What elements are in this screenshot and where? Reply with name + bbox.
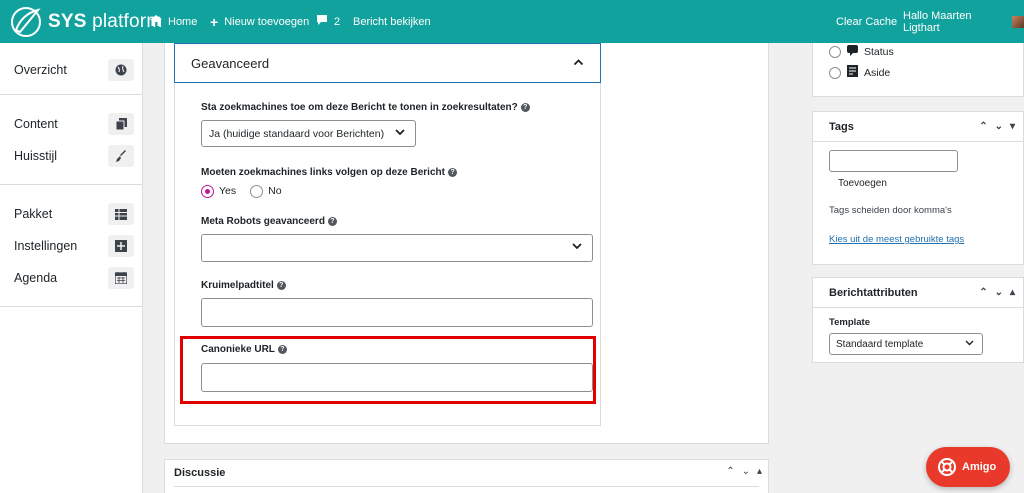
- status-icon: [845, 45, 859, 59]
- tags-controls: ⌃ ⌄ ▾: [979, 121, 1015, 132]
- move-down-icon[interactable]: ⌄: [995, 287, 1003, 298]
- brand-logo[interactable]: SYS platform: [8, 4, 162, 40]
- add-tag-button[interactable]: Toevoegen: [838, 178, 887, 189]
- discussion-title: Discussie: [174, 467, 226, 479]
- post-attributes-metabox: Berichtattributen ⌃ ⌄ ▴ Template Standaa…: [812, 277, 1024, 363]
- post-attributes-controls: ⌃ ⌄ ▴: [979, 287, 1015, 298]
- canonical-url-highlight: [180, 336, 596, 404]
- add-new-link[interactable]: + Nieuw toevoegen: [210, 0, 309, 43]
- move-up-icon[interactable]: ⌃: [726, 466, 734, 477]
- template-label: Template: [829, 317, 871, 328]
- advanced-section-toggle[interactable]: Geavanceerd: [174, 43, 601, 83]
- home-icon: [150, 14, 162, 29]
- format-status-option[interactable]: Status: [829, 45, 894, 59]
- discussion-controls: ⌃ ⌄ ▴: [726, 466, 762, 477]
- table-icon: [108, 203, 134, 225]
- breadcrumb-title-label: Kruimelpadtitel?: [201, 280, 286, 291]
- search-visibility-label: Sta zoekmachines toe om deze Bericht te …: [201, 102, 530, 113]
- move-down-icon[interactable]: ⌄: [742, 466, 750, 477]
- sidebar-item-agenda[interactable]: Agenda: [0, 262, 142, 294]
- admin-sidebar: Overzicht Content Huisstijl Pakket Inste…: [0, 43, 143, 493]
- calendar-icon: [108, 267, 134, 289]
- brush-icon: [108, 145, 134, 167]
- divider: [174, 486, 759, 487]
- chevron-down-icon: [395, 127, 405, 140]
- amigo-help-button[interactable]: Amigo: [926, 447, 1010, 487]
- sidebar-item-instellingen[interactable]: Instellingen: [0, 230, 142, 262]
- globe-icon: [108, 59, 134, 81]
- breadcrumb-title-input[interactable]: [201, 298, 593, 327]
- clear-cache-link[interactable]: Clear Cache: [836, 0, 897, 43]
- user-menu[interactable]: Hallo Maarten Ligthart: [903, 0, 1024, 43]
- chevron-up-icon: [573, 57, 584, 71]
- radio-status[interactable]: [829, 46, 841, 58]
- sidebar-item-content[interactable]: Content: [0, 108, 142, 140]
- chevron-down-icon: [965, 338, 974, 349]
- move-up-icon[interactable]: ⌃: [979, 287, 987, 298]
- radio-aside[interactable]: [829, 66, 841, 79]
- plus-icon: +: [210, 13, 219, 30]
- post-format-box: Status Aside: [812, 43, 1024, 97]
- sidebar-item-pakket[interactable]: Pakket: [0, 198, 142, 230]
- help-icon[interactable]: ?: [276, 281, 286, 290]
- lifebuoy-icon: [938, 458, 956, 476]
- sidebar-item-huisstijl[interactable]: Huisstijl: [0, 140, 142, 172]
- help-icon[interactable]: ?: [327, 217, 337, 226]
- comment-icon: [316, 14, 328, 29]
- aside-icon: [845, 65, 859, 80]
- sys-logo-icon: [11, 7, 41, 37]
- brand-text: SYS platform: [48, 11, 163, 32]
- most-used-tags-link[interactable]: Kies uit de meest gebruikte tags: [829, 234, 964, 245]
- post-attributes-header: Berichtattributen ⌃ ⌄ ▴: [813, 278, 1023, 308]
- toggle-panel-icon[interactable]: ▾: [1010, 121, 1015, 132]
- discussion-metabox: Discussie ⌃ ⌄ ▴: [164, 459, 769, 493]
- help-icon[interactable]: ?: [520, 103, 530, 112]
- follow-links-label: Moeten zoekmachines links volgen op deze…: [201, 167, 457, 178]
- move-down-icon[interactable]: ⌄: [995, 121, 1003, 132]
- sidebar-group-2: Content Huisstijl: [0, 95, 142, 185]
- avatar: [1012, 15, 1024, 28]
- admin-top-bar: SYS platform Home + Nieuw toevoegen 2 Be…: [0, 0, 1024, 43]
- meta-robots-label: Meta Robots geavanceerd?: [201, 216, 337, 227]
- format-aside-option[interactable]: Aside: [829, 65, 890, 80]
- comments-link[interactable]: 2: [316, 0, 340, 43]
- tag-input[interactable]: [829, 150, 958, 172]
- seo-metabox: Sta zoekmachines toe om deze Bericht te …: [164, 43, 769, 444]
- toggle-panel-icon[interactable]: ▴: [1010, 287, 1015, 298]
- radio-no[interactable]: [250, 184, 264, 198]
- template-select[interactable]: Standaard template: [829, 333, 983, 355]
- meta-robots-select[interactable]: [201, 234, 593, 262]
- home-link[interactable]: Home: [150, 0, 197, 43]
- follow-links-options: Yes No: [201, 183, 296, 199]
- chevron-down-icon: [572, 241, 582, 254]
- tags-hint: Tags scheiden door komma's: [829, 205, 952, 216]
- help-icon[interactable]: ?: [447, 168, 457, 177]
- tags-metabox: Tags ⌃ ⌄ ▾ Toevoegen Tags scheiden door …: [812, 111, 1024, 265]
- move-up-icon[interactable]: ⌃: [979, 121, 987, 132]
- sidebar-group-3: Pakket Instellingen Agenda: [0, 185, 142, 307]
- sidebar-group-1: Overzicht: [0, 43, 142, 95]
- radio-yes[interactable]: [201, 184, 214, 198]
- toggle-panel-icon[interactable]: ▴: [757, 466, 762, 477]
- search-visibility-select[interactable]: Ja (huidige standaard voor Berichten): [201, 120, 416, 147]
- copy-icon: [108, 113, 134, 135]
- tags-header: Tags ⌃ ⌄ ▾: [813, 112, 1023, 142]
- view-post-link[interactable]: Bericht bekijken: [353, 0, 431, 43]
- settings-icon: [108, 235, 134, 257]
- sidebar-item-overzicht[interactable]: Overzicht: [0, 54, 142, 86]
